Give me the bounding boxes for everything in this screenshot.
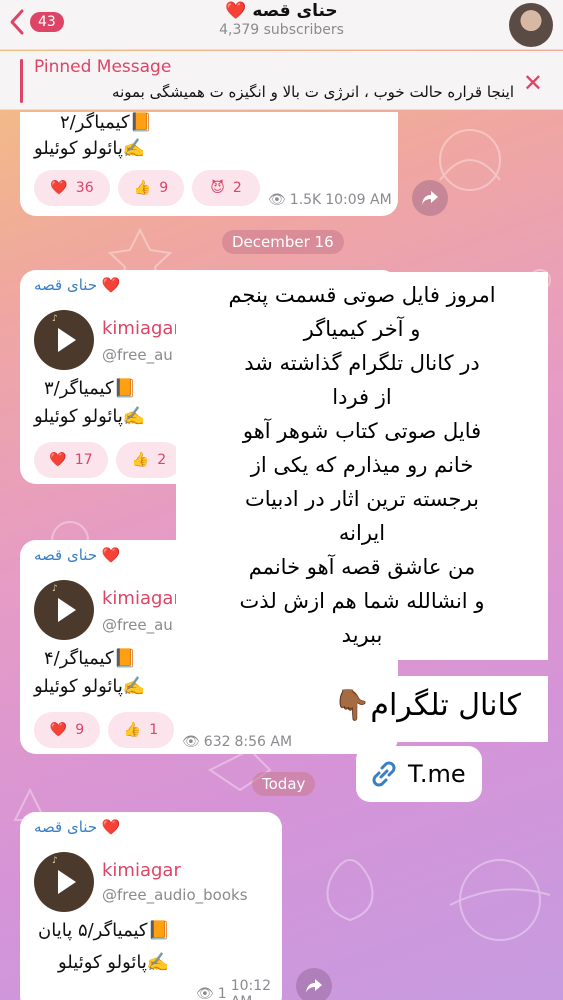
date-separator: December 16 <box>222 230 344 254</box>
reaction-count: 2 <box>157 452 167 468</box>
view-count: 1 <box>217 986 227 1000</box>
audio-title: kimiagar <box>102 860 181 881</box>
date-separator: Today <box>252 772 316 796</box>
share-button[interactable] <box>412 180 448 216</box>
reaction-count: 36 <box>75 180 94 196</box>
chevron-left-icon <box>10 9 24 35</box>
link-icon <box>372 761 396 787</box>
back-button[interactable]: 43 <box>8 7 64 37</box>
message-line: 📙کیمیاگر/۲ <box>60 112 152 133</box>
overlay-channel-label: کانال تلگرام👇🏾 <box>306 676 548 742</box>
audio-play-button[interactable]: ♪ <box>34 852 94 912</box>
thumbs-up-icon: 👍 <box>131 452 150 468</box>
heart-icon: ❤️ <box>49 722 68 738</box>
audio-performer: @free_audio_books <box>102 886 248 904</box>
reaction-heart[interactable]: ❤️ 17 <box>34 442 108 478</box>
announcement-text: امروز فایل صوتی قسمت پنجم و آخر کیمیاگر … <box>228 283 496 647</box>
message-time: 8:56 AM <box>234 734 293 750</box>
eye-icon: 👁 <box>268 192 286 208</box>
heart-icon: ❤️ <box>49 452 67 468</box>
share-icon <box>306 979 322 993</box>
thumbs-up-icon: 👍 <box>123 722 142 738</box>
reaction-heart[interactable]: ❤️ 36 <box>34 170 110 206</box>
message-meta: 👁 632 8:56 AM <box>182 734 292 750</box>
link-text: T.me <box>408 760 466 788</box>
reaction-thumbs-up[interactable]: 👍 9 <box>118 170 184 206</box>
message-line: ✍️پائولو کوئیلو <box>34 676 146 697</box>
play-icon <box>58 598 76 622</box>
channel-avatar[interactable] <box>509 3 553 47</box>
share-icon <box>422 191 438 205</box>
audio-play-button[interactable]: ♪ <box>34 580 94 640</box>
audio-title: kimiagar <box>102 318 181 339</box>
subscriber-count: 4,379 subscribers <box>219 22 344 38</box>
audio-title: kimiagar <box>102 588 181 609</box>
message-meta: 👁 1.5K 10:09 AM <box>268 192 392 208</box>
play-icon <box>58 870 76 894</box>
album-cover-icon: ♪ <box>52 314 58 324</box>
reaction-heart[interactable]: ❤️ 9 <box>34 712 100 748</box>
reaction-devil[interactable]: 😈 2 <box>192 170 260 206</box>
pinned-message-bar[interactable]: Pinned Message اینجا قراره حالت خوب ، ان… <box>0 51 563 110</box>
share-button[interactable] <box>296 968 332 1000</box>
channel-link[interactable]: T.me <box>356 746 482 802</box>
sender-name[interactable]: حنای قصه ❤️ <box>34 546 121 564</box>
play-icon <box>58 328 76 352</box>
channel-title: حنای قصه ❤️ <box>225 1 338 21</box>
reaction-count: 2 <box>232 180 242 196</box>
reaction-count: 9 <box>75 722 85 738</box>
message-time: 10:09 AM <box>325 192 392 208</box>
view-count: 632 <box>203 734 231 750</box>
chat-header: 43 حنای قصه ❤️ 4,379 subscribers <box>0 0 563 50</box>
message-meta: 👁110:12 AM <box>196 978 282 1000</box>
overlay-announcement: امروز فایل صوتی قسمت پنجم و آخر کیمیاگر … <box>176 272 548 660</box>
message-line: 📙کیمیاگر/۴ <box>44 648 136 669</box>
message-time: 10:12 AM <box>230 978 272 1000</box>
audio-performer: @free_au <box>102 616 173 634</box>
eye-icon: 👁 <box>182 734 200 750</box>
reaction-count: 17 <box>74 452 93 468</box>
pinned-label: Pinned Message <box>34 57 172 77</box>
channel-info[interactable]: حنای قصه ❤️ 4,379 subscribers <box>140 1 423 38</box>
message-bubble[interactable]: 📙کیمیاگر/۲ ✍️پائولو کوئیلو ❤️ 36 👍 9 😈 2 👁 1… <box>20 112 398 216</box>
message-line: ✍️پائولو کوئیلو <box>34 406 146 427</box>
unread-count-badge: 43 <box>30 12 64 32</box>
message-line: 📙کیمیاگر/۵ پایان <box>38 920 170 941</box>
reaction-thumbs-up[interactable]: 👍 2 <box>116 442 182 478</box>
thumbs-up-icon: 👍 <box>133 180 152 196</box>
sender-name[interactable]: حنای قصه ❤️ <box>34 818 121 836</box>
close-icon[interactable]: ✕ <box>523 69 543 97</box>
pinned-text: اینجا قراره حالت خوب ، انرژی ت بالا و ان… <box>112 83 514 101</box>
audio-play-button[interactable]: ♪ <box>34 310 94 370</box>
eye-icon: 👁 <box>196 986 214 1000</box>
message-line: ✍️پائولو کوئیلو <box>34 138 146 159</box>
album-cover-icon: ♪ <box>52 856 58 866</box>
audio-performer: @free_au <box>102 346 173 364</box>
message-line: ✍️پائولو کوئیلو <box>58 952 170 973</box>
devil-icon: 😈 <box>210 180 225 196</box>
sender-name[interactable]: حنای قصه ❤️ <box>34 276 121 294</box>
heart-icon: ❤️ <box>50 180 68 196</box>
pinned-indicator <box>20 59 23 103</box>
reaction-thumbs-up[interactable]: 👍 1 <box>108 712 174 748</box>
channel-label: کانال تلگرام👇🏾 <box>333 688 521 723</box>
reaction-count: 1 <box>149 722 159 738</box>
message-line: 📙کیمیاگر/۳ <box>44 378 136 399</box>
view-count: 1.5K <box>289 192 322 208</box>
message-bubble[interactable]: حنای قصه ❤️ ♪ kimiagar @free_audio_books… <box>20 812 282 1000</box>
album-cover-icon: ♪ <box>52 584 58 594</box>
reaction-count: 9 <box>159 180 169 196</box>
